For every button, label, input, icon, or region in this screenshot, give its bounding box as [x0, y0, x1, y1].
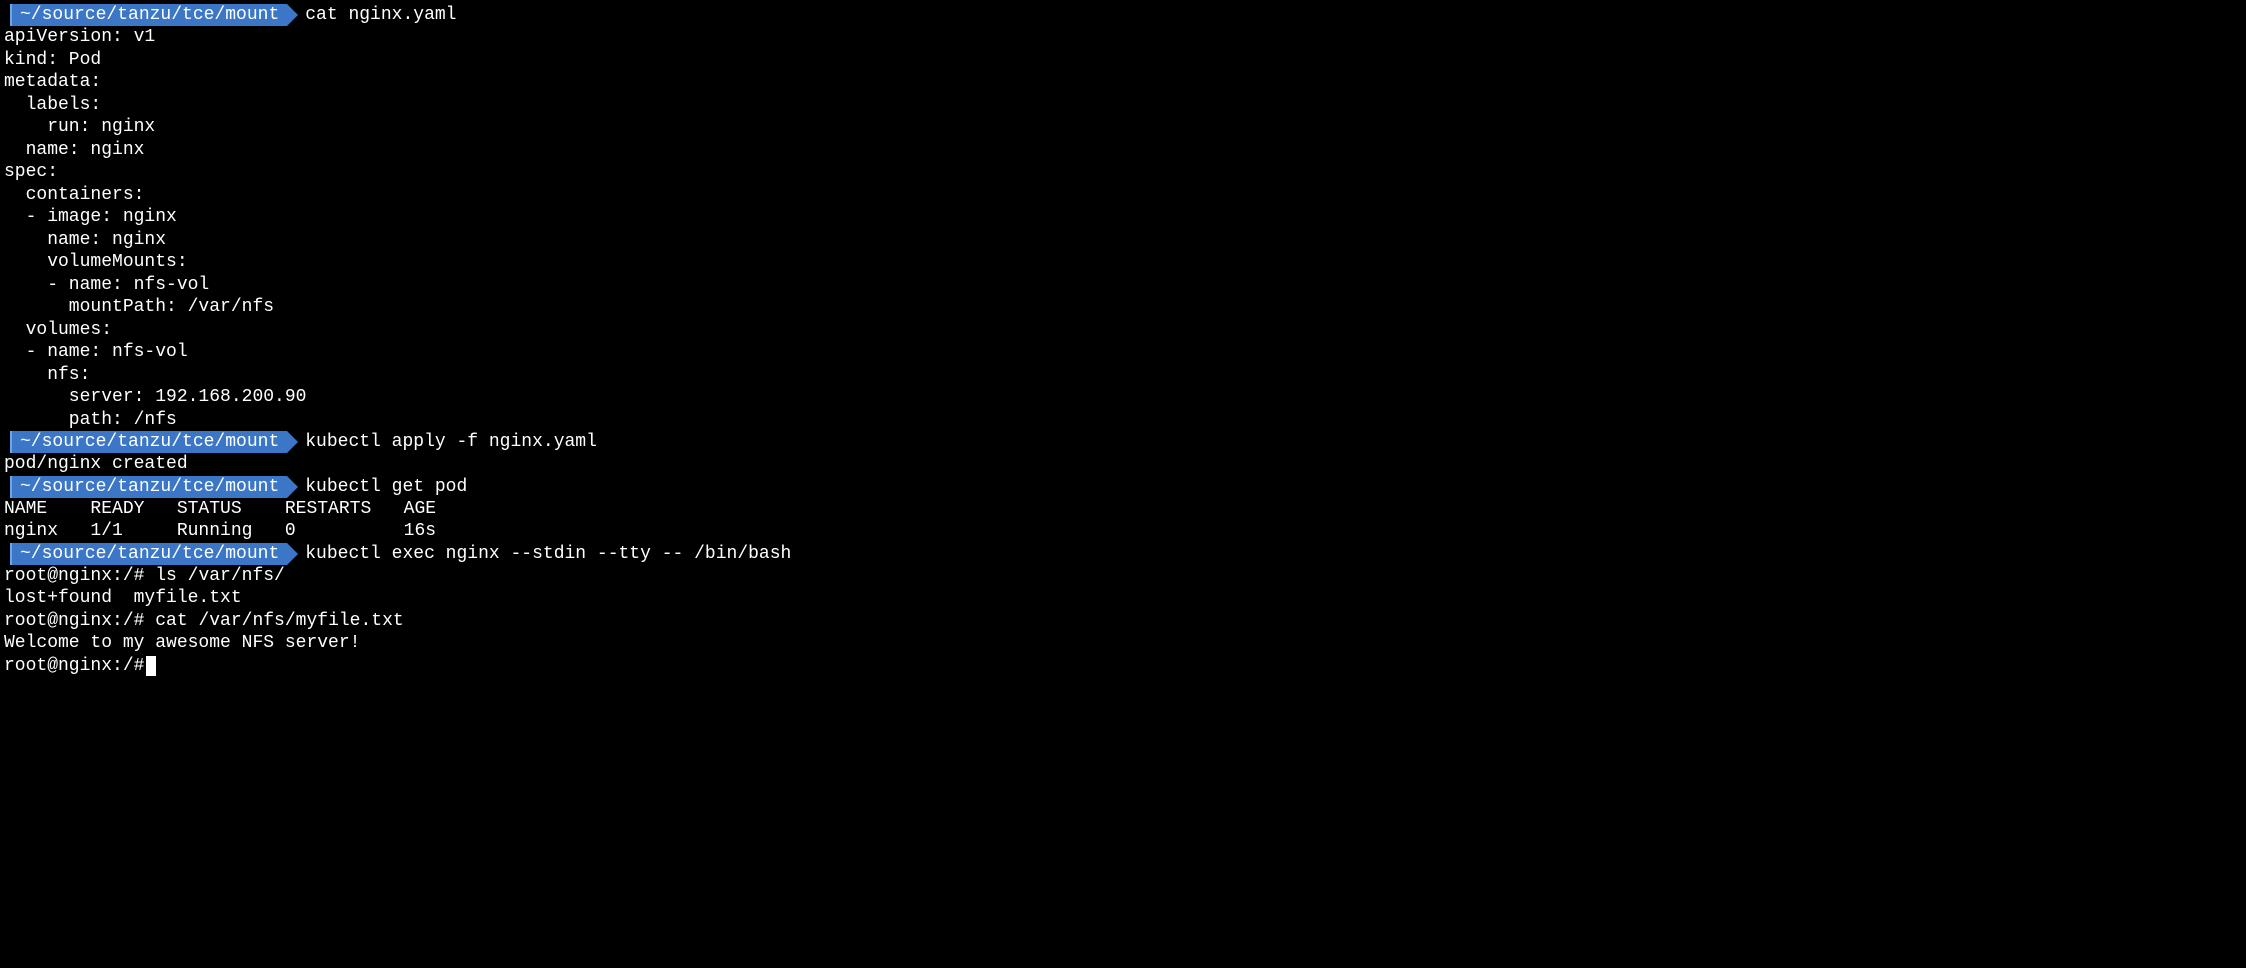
- prompt-line: ~/source/tanzu/tce/mount kubectl apply -…: [4, 431, 2242, 453]
- output-line: name: nginx: [4, 229, 2242, 252]
- command-text: cat nginx.yaml: [305, 4, 456, 26]
- command-text: kubectl get pod: [305, 476, 467, 498]
- output-line: volumes:: [4, 319, 2242, 342]
- output-line: - name: nfs-vol: [4, 274, 2242, 297]
- output-line: path: /nfs: [4, 409, 2242, 432]
- bash-prompt: root@nginx:/#: [4, 566, 155, 586]
- output-line: kind: Pod: [4, 49, 2242, 72]
- prompt-line: ~/source/tanzu/tce/mount kubectl exec ng…: [4, 543, 2242, 565]
- cwd-badge: ~/source/tanzu/tce/mount: [10, 543, 287, 565]
- output-line: nfs:: [4, 364, 2242, 387]
- command-text: kubectl exec nginx --stdin --tty -- /bin…: [305, 543, 791, 565]
- output-line: server: 192.168.200.90: [4, 386, 2242, 409]
- bash-prompt-line: root@nginx:/# ls /var/nfs/: [4, 565, 2242, 588]
- prompt-line: ~/source/tanzu/tce/mount cat nginx.yaml: [4, 4, 2242, 26]
- output-line: lost+found myfile.txt: [4, 587, 2242, 610]
- output-line: volumeMounts:: [4, 251, 2242, 274]
- output-line: - name: nfs-vol: [4, 341, 2242, 364]
- output-line: labels:: [4, 94, 2242, 117]
- bash-prompt-line: root@nginx:/# cat /var/nfs/myfile.txt: [4, 610, 2242, 633]
- bash-prompt-line[interactable]: root@nginx:/#: [4, 655, 2242, 678]
- cwd-badge: ~/source/tanzu/tce/mount: [10, 476, 287, 498]
- bash-command: cat /var/nfs/myfile.txt: [155, 611, 403, 631]
- cwd-badge: ~/source/tanzu/tce/mount: [10, 4, 287, 26]
- terminal-window[interactable]: ~/source/tanzu/tce/mount cat nginx.yamla…: [4, 4, 2242, 677]
- output-line: containers:: [4, 184, 2242, 207]
- output-line: pod/nginx created: [4, 453, 2242, 476]
- output-line: name: nginx: [4, 139, 2242, 162]
- output-line: metadata:: [4, 71, 2242, 94]
- output-line: apiVersion: v1: [4, 26, 2242, 49]
- output-line: Welcome to my awesome NFS server!: [4, 632, 2242, 655]
- bash-command: ls /var/nfs/: [155, 566, 285, 586]
- output-line: NAME READY STATUS RESTARTS AGE: [4, 498, 2242, 521]
- bash-prompt: root@nginx:/#: [4, 611, 155, 631]
- bash-prompt: root@nginx:/#: [4, 656, 144, 676]
- output-line: mountPath: /var/nfs: [4, 296, 2242, 319]
- command-text: kubectl apply -f nginx.yaml: [305, 431, 597, 453]
- output-line: spec:: [4, 161, 2242, 184]
- prompt-line: ~/source/tanzu/tce/mount kubectl get pod: [4, 476, 2242, 498]
- cursor: [146, 656, 156, 676]
- output-line: nginx 1/1 Running 0 16s: [4, 520, 2242, 543]
- cwd-badge: ~/source/tanzu/tce/mount: [10, 431, 287, 453]
- output-line: run: nginx: [4, 116, 2242, 139]
- output-line: - image: nginx: [4, 206, 2242, 229]
